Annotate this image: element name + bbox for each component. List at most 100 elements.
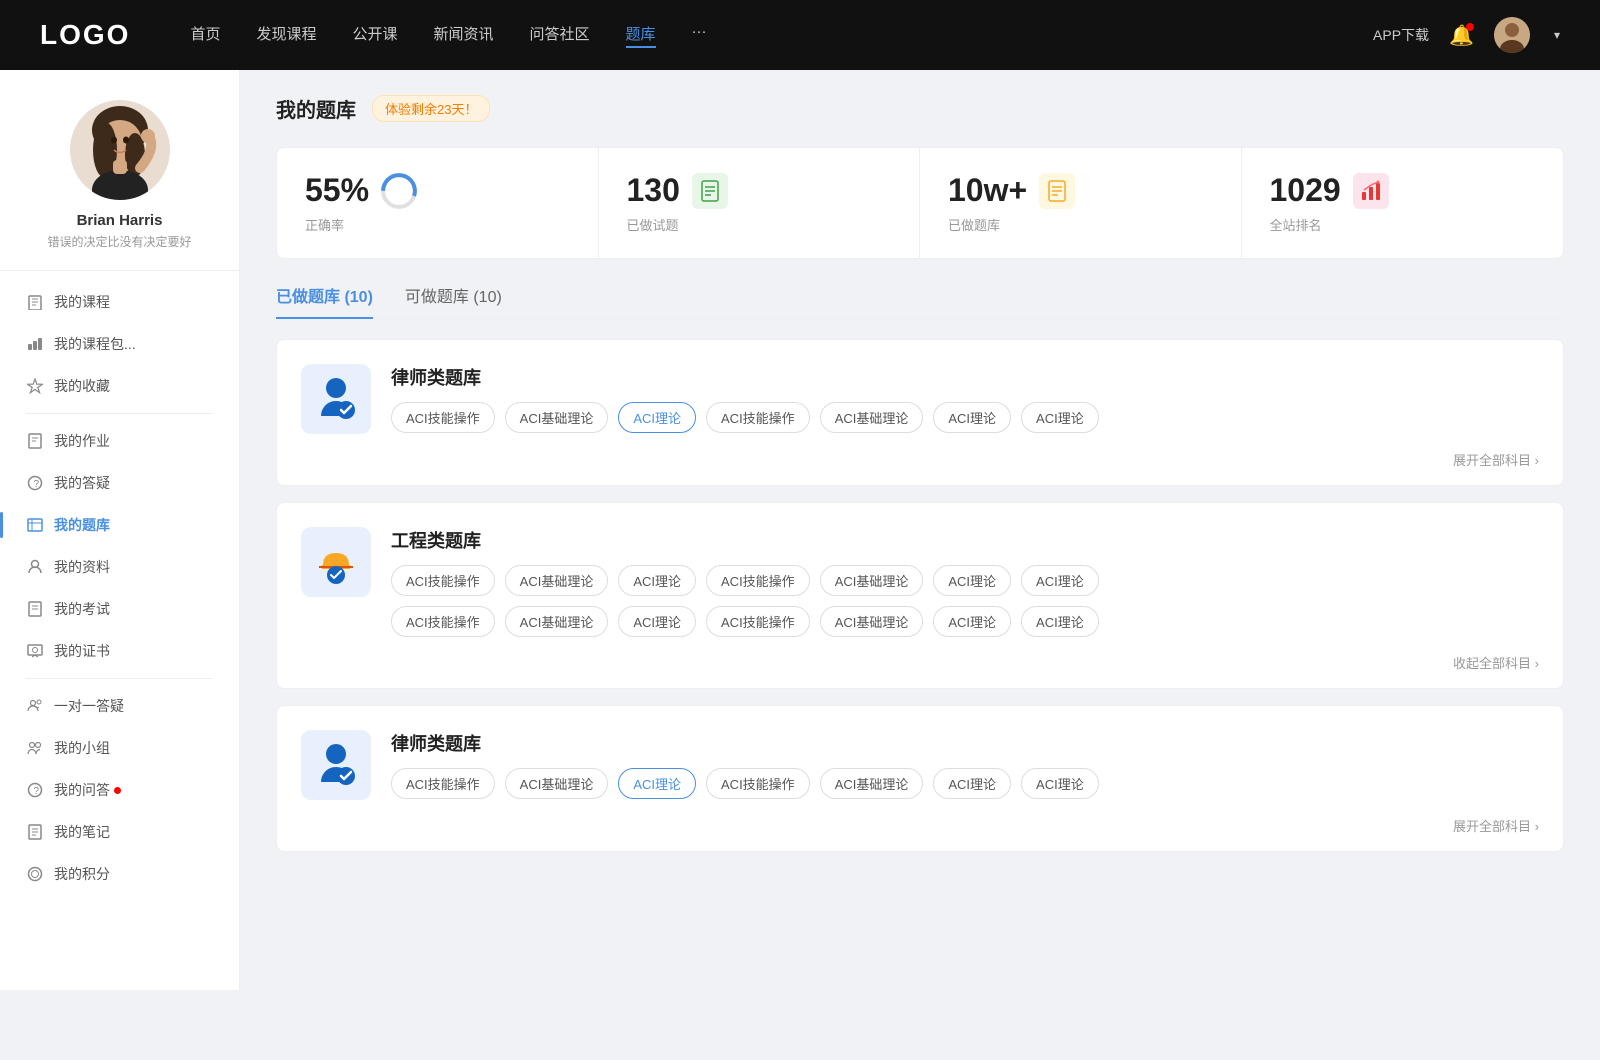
- tag[interactable]: ACI基础理论: [820, 606, 924, 637]
- user-name: Brian Harris: [77, 212, 163, 229]
- user-avatar-nav[interactable]: [1494, 17, 1530, 53]
- tags-row-1: ACI技能操作 ACI基础理论 ACI理论 ACI技能操作 ACI基础理论 AC…: [391, 402, 1539, 433]
- tag[interactable]: ACI基础理论: [505, 402, 609, 433]
- star-icon: [26, 377, 44, 395]
- sidebar-label: 我的小组: [54, 738, 110, 758]
- nav-chevron-icon[interactable]: ▾: [1554, 28, 1560, 42]
- stats-row: 55% 正确率 130 已: [276, 147, 1564, 259]
- sidebar-item-exam[interactable]: 我的考试: [10, 588, 229, 630]
- nav-more[interactable]: ···: [692, 23, 707, 48]
- sidebar-item-favorites[interactable]: 我的收藏: [10, 365, 229, 407]
- sidebar-item-certificate[interactable]: 我的证书: [10, 630, 229, 672]
- stat-label-banks: 已做题库: [948, 215, 1213, 234]
- tag[interactable]: ACI技能操作: [391, 768, 495, 799]
- tag[interactable]: ACI理论: [618, 606, 696, 637]
- sidebar-item-profile[interactable]: 我的资料: [10, 546, 229, 588]
- notification-bell[interactable]: 🔔: [1449, 23, 1474, 48]
- tag[interactable]: ACI理论: [1021, 565, 1099, 596]
- sidebar-item-notes[interactable]: 我的笔记: [10, 811, 229, 853]
- tags-row-3: ACI技能操作 ACI基础理论 ACI理论 ACI技能操作 ACI基础理论 AC…: [391, 768, 1539, 799]
- points-icon: [26, 865, 44, 883]
- tag-active[interactable]: ACI理论: [618, 402, 696, 433]
- sidebar-item-course-package[interactable]: 我的课程包...: [10, 323, 229, 365]
- sidebar-label: 我的收藏: [54, 376, 110, 396]
- bank-title-3: 律师类题库: [391, 730, 1539, 756]
- nav-qa[interactable]: 问答社区: [530, 23, 590, 48]
- tag[interactable]: ACI基础理论: [820, 565, 924, 596]
- bank-card-lawyer-1: 律师类题库 ACI技能操作 ACI基础理论 ACI理论 ACI技能操作 ACI基…: [276, 339, 1564, 486]
- sidebar-item-tutor[interactable]: 一对一答疑: [10, 685, 229, 727]
- tag[interactable]: ACI理论: [1021, 768, 1099, 799]
- sidebar-label: 我的答疑: [54, 473, 110, 493]
- tag[interactable]: ACI技能操作: [391, 565, 495, 596]
- nav-news[interactable]: 新闻资讯: [434, 23, 494, 48]
- sidebar-menu: 我的课程 我的课程包... 我的收藏 我的作业: [0, 281, 239, 895]
- tag[interactable]: ACI基础理论: [505, 768, 609, 799]
- tag[interactable]: ACI理论: [618, 565, 696, 596]
- stat-ranking: 1029 全站排名: [1242, 148, 1564, 258]
- tag[interactable]: ACI基础理论: [820, 768, 924, 799]
- tag[interactable]: ACI技能操作: [706, 565, 810, 596]
- tag[interactable]: ACI技能操作: [391, 402, 495, 433]
- tags-row-2b: ACI技能操作 ACI基础理论 ACI理论 ACI技能操作 ACI基础理论 AC…: [391, 606, 1539, 637]
- tag[interactable]: ACI技能操作: [706, 606, 810, 637]
- tag-active[interactable]: ACI理论: [618, 768, 696, 799]
- group-icon: [26, 739, 44, 757]
- bank-title-2: 工程类题库: [391, 527, 1539, 553]
- tag[interactable]: ACI基础理论: [820, 402, 924, 433]
- sidebar-item-my-course[interactable]: 我的课程: [10, 281, 229, 323]
- sidebar-item-qa[interactable]: ? 我的答疑: [10, 462, 229, 504]
- app-download-button[interactable]: APP下载: [1373, 25, 1429, 45]
- nav-links: 首页 发现课程 公开课 新闻资讯 问答社区 题库 ···: [190, 23, 1373, 48]
- sidebar-label: 我的题库: [54, 515, 110, 535]
- stat-label-accuracy: 正确率: [305, 215, 570, 234]
- tag[interactable]: ACI技能操作: [706, 402, 810, 433]
- collapse-link-2[interactable]: 收起全部科目 ›: [1453, 653, 1539, 672]
- sidebar-item-my-qa[interactable]: ? 我的问答: [10, 769, 229, 811]
- nav-home[interactable]: 首页: [190, 23, 220, 48]
- bank-card-header-2: 工程类题库 ACI技能操作 ACI基础理论 ACI理论 ACI技能操作 ACI基…: [301, 527, 1539, 637]
- nav-question-bank[interactable]: 题库: [626, 23, 656, 48]
- sidebar-label: 我的考试: [54, 599, 110, 619]
- sidebar-label: 一对一答疑: [54, 696, 124, 716]
- nav-open-course[interactable]: 公开课: [352, 23, 397, 48]
- stat-top2: 130: [627, 172, 892, 209]
- tab-done-banks[interactable]: 已做题库 (10): [276, 283, 373, 319]
- logo[interactable]: LOGO: [40, 19, 130, 51]
- notification-dot: [1466, 23, 1474, 31]
- tag[interactable]: ACI基础理论: [505, 565, 609, 596]
- profile-icon: [26, 558, 44, 576]
- sidebar-item-homework[interactable]: 我的作业: [10, 420, 229, 462]
- tag[interactable]: ACI理论: [933, 606, 1011, 637]
- cert-icon: [26, 642, 44, 660]
- sidebar-item-points[interactable]: 我的积分: [10, 853, 229, 895]
- tag[interactable]: ACI理论: [933, 402, 1011, 433]
- stat-value-accuracy: 55%: [305, 172, 369, 209]
- bank-card-engineering: 工程类题库 ACI技能操作 ACI基础理论 ACI理论 ACI技能操作 ACI基…: [276, 502, 1564, 689]
- nav-discover[interactable]: 发现课程: [256, 23, 316, 48]
- tag[interactable]: ACI技能操作: [391, 606, 495, 637]
- stat-top3: 10w+: [948, 172, 1213, 209]
- expand-link-1[interactable]: 展开全部科目 ›: [1453, 450, 1539, 469]
- sidebar-label: 我的资料: [54, 557, 110, 577]
- lawyer-icon-2: [301, 730, 371, 800]
- trial-badge: 体验剩余23天！: [372, 95, 490, 122]
- tag[interactable]: ACI理论: [1021, 402, 1099, 433]
- divider: [26, 413, 213, 414]
- sidebar-item-question-bank[interactable]: 我的题库: [10, 504, 229, 546]
- tag[interactable]: ACI理论: [933, 768, 1011, 799]
- expand-link-3[interactable]: 展开全部科目 ›: [1453, 816, 1539, 835]
- pie-chart-icon: [381, 173, 417, 209]
- tab-available-banks[interactable]: 可做题库 (10): [405, 283, 502, 319]
- tag[interactable]: ACI技能操作: [706, 768, 810, 799]
- tag[interactable]: ACI理论: [933, 565, 1011, 596]
- tag[interactable]: ACI理论: [1021, 606, 1099, 637]
- bank-footer-2: 收起全部科目 ›: [301, 653, 1539, 672]
- stat-top4: 1029: [1270, 172, 1536, 209]
- svg-text:?: ?: [34, 479, 40, 490]
- bank-icon: [26, 516, 44, 534]
- package-icon: [26, 335, 44, 353]
- tag[interactable]: ACI基础理论: [505, 606, 609, 637]
- sidebar-item-group[interactable]: 我的小组: [10, 727, 229, 769]
- navbar: LOGO 首页 发现课程 公开课 新闻资讯 问答社区 题库 ··· APP下载 …: [0, 0, 1600, 70]
